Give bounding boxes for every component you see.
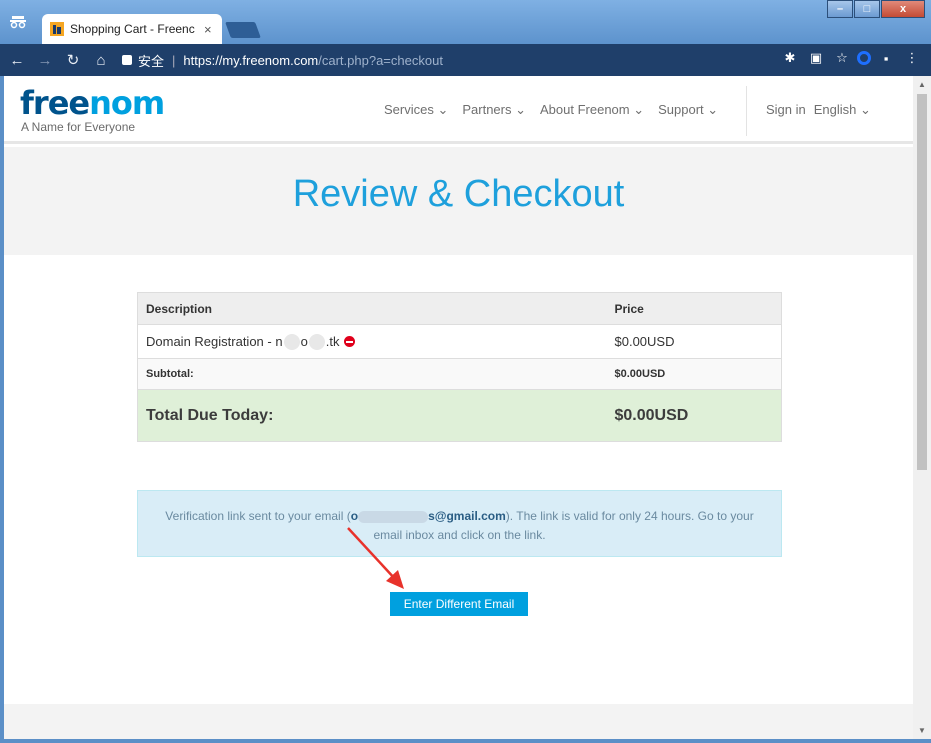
tagline: A Name for Everyone [21,120,136,134]
remove-item-icon[interactable] [343,336,355,347]
nav-divider [746,86,747,136]
freenom-logo[interactable]: freenom [20,84,165,122]
item-domain-mid: o [300,334,308,349]
freenom-favicon-icon [50,22,64,36]
nav-language[interactable]: English ⌄ [814,102,871,118]
url-host: https://my.freenom.com [183,52,319,68]
close-window-button[interactable]: x [881,0,925,18]
enter-different-email-button[interactable]: Enter Different Email [390,592,528,616]
extension-puzzle-icon[interactable]: ✱ [779,50,801,66]
nav-signin[interactable]: Sign in [766,102,806,118]
site-header: freenom A Name for Everyone Services ⌄ P… [4,76,913,144]
header-description: Description [137,292,607,325]
nav-services[interactable]: Services ⌄ [384,102,448,118]
tab-close-icon[interactable]: × [204,22,212,37]
item-description: Domain Registration - n o .tk [137,324,607,359]
subtotal-label: Subtotal: [137,358,607,390]
browser-toolbar: ← → ↻ ⌂ 安全 | https://my.freenom.com /car… [0,44,931,76]
notice-email-end: s@gmail.com [428,509,506,523]
minimize-button[interactable]: – [827,0,853,18]
footer-band [4,704,913,739]
url-path: /cart.php?a=checkout [318,52,443,68]
nav-about[interactable]: About Freenom ⌄ [540,102,644,118]
maximize-button[interactable]: □ [854,0,880,18]
reload-icon[interactable]: ↻ [62,51,84,69]
address-bar[interactable]: 安全 | https://my.freenom.com /cart.php?a=… [122,48,762,72]
item-price: $0.00USD [606,324,782,359]
item-domain-suffix: .tk [325,334,340,349]
home-icon[interactable]: ⌂ [90,52,112,69]
menu-kebab-icon[interactable]: ⋮ [901,50,923,66]
forward-arrow-icon[interactable]: → [34,52,56,69]
bookmark-star-icon[interactable]: ☆ [831,50,853,66]
total-row: Total Due Today: $0.00USD [137,389,782,442]
new-tab-button[interactable] [225,22,261,38]
nav-support[interactable]: Support ⌄ [658,102,718,118]
notice-text-before: Verification link sent to your email ( [165,509,351,523]
scroll-down-icon[interactable]: ▼ [918,726,926,735]
vertical-scrollbar[interactable]: ▲ ▼ [913,76,931,739]
subtotal-value: $0.00USD [606,358,782,390]
order-summary-table: Description Price Domain Registration - … [137,292,782,442]
logo-nom: nom [89,84,165,122]
subtotal-row: Subtotal: $0.00USD [137,358,782,390]
back-arrow-icon[interactable]: ← [6,52,28,69]
url-separator: | [172,52,176,68]
main-nav: Services ⌄ Partners ⌄ About Freenom ⌄ Su… [384,102,732,118]
translate-icon[interactable]: ▣ [805,50,827,66]
secure-label: 安全 [138,53,165,69]
browser-titlebar: Shopping Cart - Freenc × – □ x [0,0,931,44]
extension-dots-icon[interactable]: ▪ [875,51,897,66]
total-label: Total Due Today: [137,389,607,442]
opera-extension-icon[interactable] [857,51,871,65]
page-viewport: freenom A Name for Everyone Services ⌄ P… [4,76,913,739]
scroll-up-icon[interactable]: ▲ [918,80,926,89]
table-row: Domain Registration - n o .tk $0.00USD [137,324,782,359]
redacted-email [358,510,429,523]
nav-partners[interactable]: Partners ⌄ [462,102,526,118]
redacted-blob [283,333,300,350]
scroll-thumb[interactable] [917,94,927,470]
notice-email-start: o [350,509,359,523]
table-header-row: Description Price [137,292,782,325]
hero-banner: Review & Checkout [4,147,913,255]
page-title: Review & Checkout [292,173,625,215]
item-description-prefix: Domain Registration - n [146,334,283,349]
incognito-icon [8,12,28,32]
header-price: Price [606,292,782,325]
annotation-arrow-icon [347,527,404,589]
verification-notice: Verification link sent to your email (o s… [137,490,782,557]
tab-title: Shopping Cart - Freenc [70,22,195,36]
lock-icon [122,55,132,65]
browser-tab-active[interactable]: Shopping Cart - Freenc × [42,14,222,44]
logo-free: free [20,84,90,122]
total-value: $0.00USD [606,389,782,442]
redacted-blob [308,333,325,350]
